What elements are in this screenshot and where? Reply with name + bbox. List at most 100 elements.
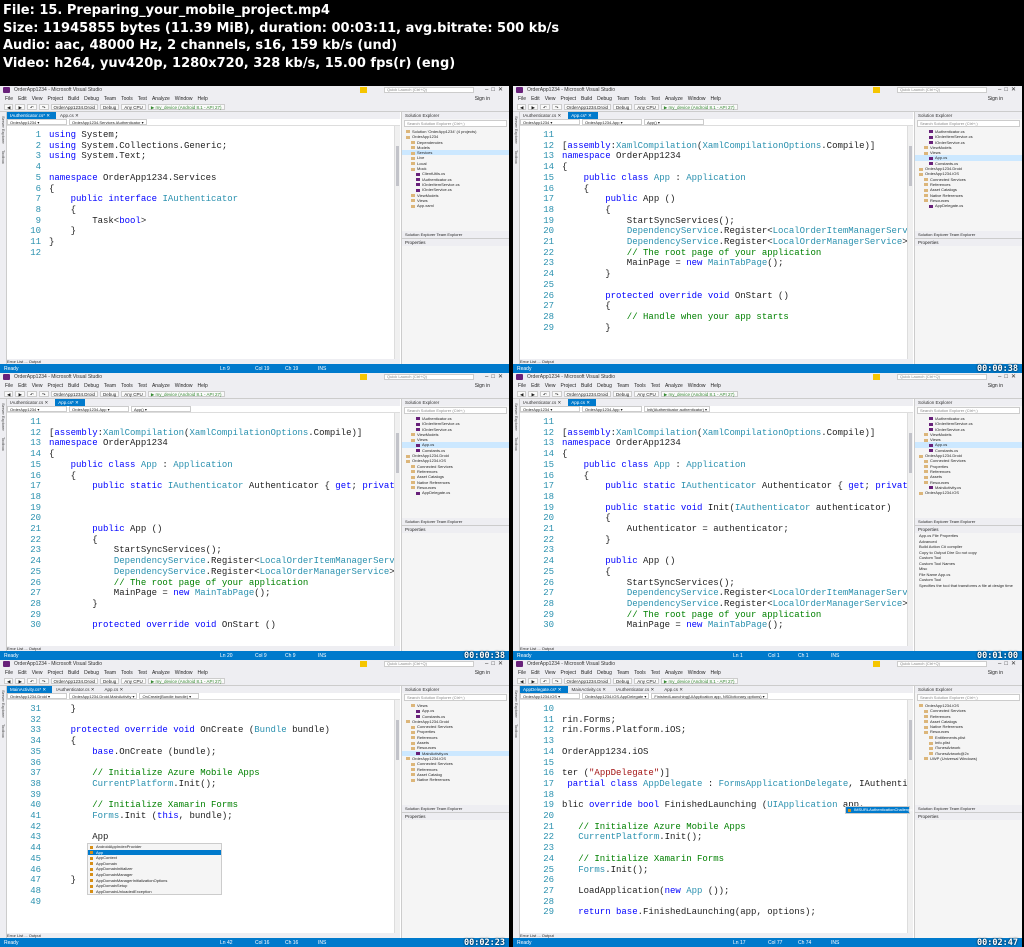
solution-explorer-tabs[interactable]: Solution Explorer Team Explorer [402, 805, 509, 812]
window-controls[interactable]: –□✕ [998, 373, 1019, 380]
menu-project[interactable]: Project [560, 670, 576, 676]
nav-dropdown[interactable]: OnCreate(Bundle bundle) ▾ [139, 693, 200, 699]
quick-launch-input[interactable]: Quick Launch (Ctrl+Q) [384, 661, 474, 667]
menu-view[interactable]: View [32, 670, 43, 676]
menu-team[interactable]: Team [617, 96, 629, 102]
menu-help[interactable]: Help [711, 383, 721, 389]
side-tab[interactable]: Server Explorer [1, 690, 6, 718]
config-selector[interactable]: Debug [613, 678, 633, 684]
side-tab[interactable]: Toolbox [514, 437, 519, 451]
intellisense-popup[interactable]: IMSURLAuthenticationChallengeSender [845, 806, 913, 814]
menu-edit[interactable]: Edit [531, 383, 540, 389]
menu-test[interactable]: Test [651, 96, 660, 102]
completion-item[interactable]: AppDomainUnloadedException [88, 889, 221, 895]
side-tab[interactable]: Toolbox [1, 150, 6, 164]
menu-view[interactable]: View [545, 96, 556, 102]
sign-in-link[interactable]: Sign in [988, 670, 1003, 676]
solution-explorer-tabs[interactable]: Solution Explorer Team Explorer [915, 231, 1022, 238]
config-selector[interactable]: Any CPU [121, 104, 146, 110]
menu-test[interactable]: Test [651, 670, 660, 676]
menu-edit[interactable]: Edit [531, 96, 540, 102]
start-debug-button[interactable]: ▶ my_device (Android 8.1 - API 27) [147, 104, 225, 110]
tree-item[interactable]: AppDelegate.cs [402, 490, 509, 495]
side-tab[interactable]: Server Explorer [1, 116, 6, 144]
project-selector[interactable]: OrderApp1234.Droid [563, 391, 612, 397]
nav-dropdown[interactable]: OrderApp1234 ▾ [520, 119, 580, 125]
editor-tab[interactable]: AppDelegate.cs* ✕ [520, 686, 568, 693]
config-selector[interactable]: Debug [100, 678, 120, 684]
scroll-thumb[interactable] [396, 146, 399, 186]
nav-dropdown[interactable]: OrderApp1234 ▾ [7, 119, 67, 125]
menu-build[interactable]: Build [68, 96, 79, 102]
side-tab[interactable]: Server Explorer [514, 690, 519, 718]
feedback-flag-icon[interactable] [873, 661, 880, 667]
sign-in-link[interactable]: Sign in [475, 96, 490, 102]
menu-window[interactable]: Window [175, 383, 193, 389]
window-controls[interactable]: –□✕ [998, 86, 1019, 93]
menu-window[interactable]: Window [175, 96, 193, 102]
code-editor[interactable]: 11 12 [assembly:XamlCompilation(XamlCompil… [520, 126, 913, 364]
start-debug-button[interactable]: ▶ my_device (Android 8.1 - API 27) [660, 104, 738, 110]
menu-test[interactable]: Test [651, 383, 660, 389]
nav-dropdown[interactable]: App() ▾ [131, 406, 191, 412]
toolbar-nav-icon[interactable]: ◀ [517, 391, 527, 397]
config-selector[interactable]: Debug [613, 104, 633, 110]
nav-dropdown[interactable]: Init(IAuthenticator authenticator) ▾ [644, 406, 711, 412]
config-selector[interactable]: Any CPU [121, 678, 146, 684]
code-editor[interactable]: 31 } 32 33 protected override void OnCreat… [7, 700, 400, 938]
editor-scrollbar[interactable] [394, 700, 400, 938]
menu-analyze[interactable]: Analyze [665, 670, 683, 676]
solution-explorer-search[interactable]: Search Solution Explorer (Ctrl+;) [404, 120, 507, 127]
quick-launch-input[interactable]: Quick Launch (Ctrl+Q) [384, 87, 474, 93]
quick-launch-input[interactable]: Quick Launch (Ctrl+Q) [384, 374, 474, 380]
config-selector[interactable]: Debug [100, 104, 120, 110]
toolbar-nav-icon[interactable]: ↶ [539, 678, 550, 684]
menu-project[interactable]: Project [47, 383, 63, 389]
code-editor[interactable]: 11 12 [assembly:XamlCompilation(XamlCompil… [520, 413, 913, 651]
menu-file[interactable]: File [5, 96, 13, 102]
toolbar-nav-icon[interactable]: ▶ [15, 678, 25, 684]
nav-dropdown[interactable]: OrderApp1234.iOS ▾ [520, 693, 580, 699]
toolbar-nav-icon[interactable]: ↷ [551, 678, 562, 684]
editor-tab[interactable]: App.cs ✕ [57, 112, 85, 119]
code-editor[interactable]: 10 11 rin.Forms; 12 rin.Forms.Platform.iOS; 1… [520, 700, 913, 938]
toolbar-nav-icon[interactable]: ↶ [26, 104, 37, 110]
menu-edit[interactable]: Edit [18, 96, 27, 102]
menu-team[interactable]: Team [617, 383, 629, 389]
toolbar-nav-icon[interactable]: ↷ [38, 104, 49, 110]
start-debug-button[interactable]: ▶ my_device (Android 8.1 - API 27) [147, 678, 225, 684]
solution-explorer-search[interactable]: Search Solution Explorer (Ctrl+;) [917, 694, 1020, 701]
side-tab[interactable]: Toolbox [1, 724, 6, 738]
editor-scrollbar[interactable] [907, 413, 913, 651]
config-selector[interactable]: Debug [613, 391, 633, 397]
editor-scrollbar[interactable] [394, 413, 400, 651]
toolbar-nav-icon[interactable]: ↶ [539, 391, 550, 397]
menu-debug[interactable]: Debug [84, 96, 99, 102]
side-tab[interactable]: Toolbox [514, 724, 519, 738]
menu-team[interactable]: Team [104, 670, 116, 676]
solution-explorer-tabs[interactable]: Solution Explorer Team Explorer [915, 518, 1022, 525]
toolbar-nav-icon[interactable]: ▶ [528, 391, 538, 397]
toolbar-nav-icon[interactable]: ◀ [517, 678, 527, 684]
toolbar-nav-icon[interactable]: ▶ [15, 391, 25, 397]
editor-scrollbar[interactable] [907, 126, 913, 364]
editor-scrollbar[interactable] [394, 126, 400, 364]
menu-team[interactable]: Team [104, 96, 116, 102]
menu-build[interactable]: Build [68, 670, 79, 676]
menu-window[interactable]: Window [688, 383, 706, 389]
nav-dropdown[interactable]: OrderApp1234 ▾ [7, 406, 67, 412]
tree-item[interactable]: UWP (Universal Windows) [915, 756, 1022, 761]
side-tab[interactable]: Toolbox [1, 437, 6, 451]
toolbar-nav-icon[interactable]: ↶ [26, 678, 37, 684]
completion-item[interactable]: IMSURLAuthenticationChallengeSender [846, 807, 913, 813]
toolbar-nav-icon[interactable]: ↶ [539, 104, 550, 110]
tree-item[interactable]: AppDelegate.cs [915, 203, 1022, 208]
code-editor[interactable]: 1 using System; 2 using System.Collections.… [7, 126, 400, 364]
menu-tools[interactable]: Tools [121, 96, 133, 102]
menu-project[interactable]: Project [47, 670, 63, 676]
window-controls[interactable]: –□✕ [485, 660, 506, 667]
nav-dropdown[interactable]: OrderApp1234.Services.IAuthenticator ▾ [69, 119, 147, 125]
menu-edit[interactable]: Edit [18, 383, 27, 389]
toolbar-nav-icon[interactable]: ↶ [26, 391, 37, 397]
editor-tab[interactable]: MainActivity.cs* ✕ [7, 686, 53, 693]
